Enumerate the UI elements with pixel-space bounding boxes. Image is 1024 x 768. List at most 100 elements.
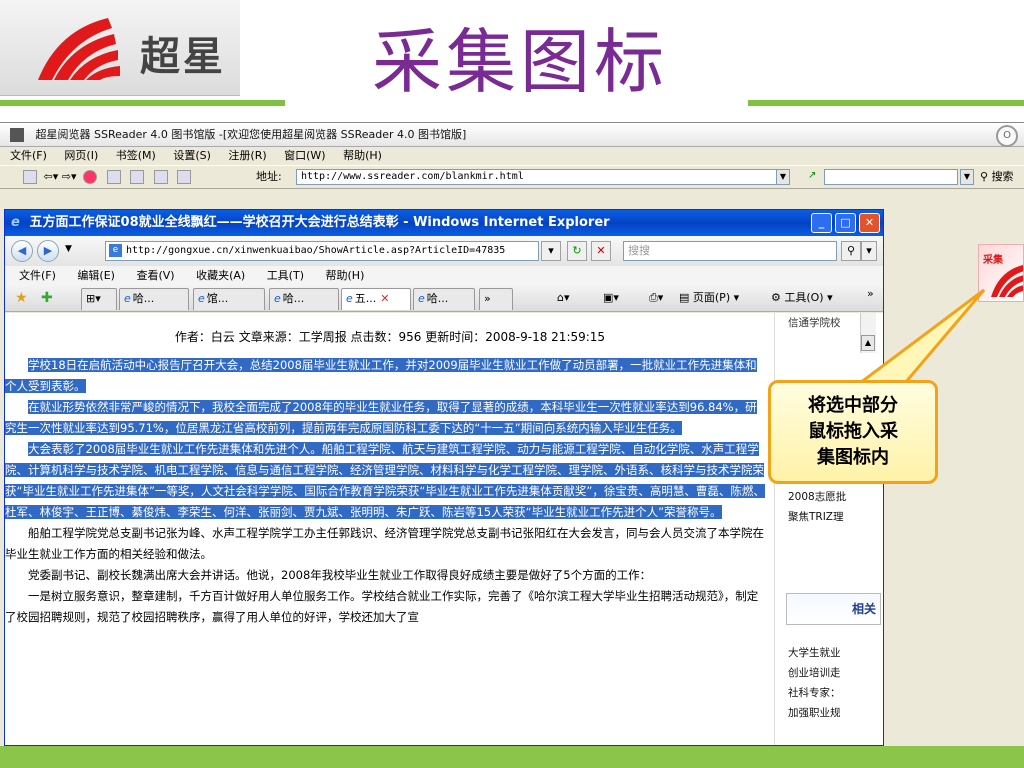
address-input[interactable]: http://www.ssreader.com/blankmir.html — [296, 169, 790, 185]
ssreader-search-input[interactable] — [824, 169, 958, 185]
chaoxing-mini-logo-icon — [991, 265, 1023, 297]
scroll-up-icon[interactable]: ▲ — [861, 335, 875, 351]
related-link[interactable]: 创业培训走 — [788, 663, 841, 683]
callout-line: 将选中部分 — [808, 395, 898, 416]
tab-close-icon[interactable]: ✕ — [380, 292, 389, 305]
tab-3[interactable]: e 哈... — [269, 288, 339, 310]
back-icon[interactable]: ⇦▾ — [44, 170, 59, 183]
ssreader-search-button[interactable]: ⚲ 搜索 — [980, 166, 1014, 188]
address-dropdown-icon[interactable]: ▼ — [776, 169, 790, 185]
search-label: 搜索 — [991, 170, 1014, 183]
ie-window: e 五方面工作保证08就业全线飘红——学校召开大会进行总结表彰 - Window… — [4, 209, 884, 746]
chaoxing-logo: 超星 — [0, 0, 240, 96]
sidebar-top-link[interactable]: 信通学院校 — [788, 313, 841, 333]
slide: 超星 采集图标 超星阅览器 SSReader 4.0 图书馆版 -[欢迎您使用超… — [0, 0, 1024, 768]
page-menu-button[interactable]: ▤ 页面(P) ▾ — [679, 290, 739, 306]
ie-tab-icon: e — [124, 292, 131, 305]
menu-window[interactable]: 窗口(W) — [284, 149, 325, 162]
article-paragraph-selected[interactable]: 学校18日在启航活动中心报告厅召开大会，总结2008届毕业生就业工作，并对200… — [5, 355, 765, 397]
ssreader-titlebar: 超星阅览器 SSReader 4.0 图书馆版 -[欢迎您使用超星阅览器 SSR… — [0, 123, 1024, 147]
quick-tabs-button[interactable]: ⊞▾ — [81, 288, 117, 310]
instruction-callout: 将选中部分 鼠标拖入采 集图标内 — [768, 380, 938, 484]
callout-line: 集图标内 — [817, 447, 889, 468]
menu-help[interactable]: 帮助(H) — [343, 149, 382, 162]
sidebar-link[interactable]: 2008志愿批 — [788, 487, 846, 507]
page-menu-label: 页面(P) — [692, 291, 731, 304]
close-button[interactable]: ✕ — [859, 213, 880, 233]
minimize-button[interactable]: _ — [811, 213, 832, 233]
sidebar: 信通学院校 特别关注： 2008志愿批 聚焦TRIZ理 相关 大学生就业 创业培… — [778, 313, 883, 745]
edit-icon[interactable] — [177, 170, 191, 184]
ie-navbar: ◀ ▶ ▼ e http://gongxue.cn/xinwenkuaibao/… — [5, 236, 883, 266]
menu-file[interactable]: 文件(F) — [10, 149, 47, 162]
ie-menu-view[interactable]: 查看(V) — [136, 269, 174, 282]
address-label: 地址: — [256, 170, 282, 183]
article-meta: 作者：白云 文章来源：工学周报 点击数：956 更新时间：2008-9-18 2… — [174, 330, 606, 344]
article-paragraph-selected[interactable]: 大会表彰了2008届毕业生就业工作先进集体和先进个人。船舶工程学院、航天与建筑工… — [5, 439, 765, 523]
ie-menu-help[interactable]: 帮助(H) — [326, 269, 365, 282]
article: 作者：白云 文章来源：工学周报 点击数：956 更新时间：2008-9-18 2… — [5, 313, 775, 745]
add-favorites-icon[interactable]: ✚ — [41, 290, 53, 306]
ie-menu-tools[interactable]: 工具(T) — [267, 269, 304, 282]
related-link[interactable]: 大学生就业 — [788, 643, 841, 663]
tab-1[interactable]: e 哈... — [119, 288, 189, 310]
collect-icon[interactable]: 采集 — [978, 244, 1024, 302]
print-icon[interactable]: ⎙▾ — [649, 290, 663, 306]
refresh-icon[interactable]: ↻ — [567, 241, 587, 261]
ie-search-input[interactable]: 搜搜 — [623, 241, 837, 261]
tab-overflow-button[interactable]: » — [479, 288, 513, 310]
forward-icon[interactable]: ⇨▾ — [62, 170, 77, 183]
ie-menu-favorites[interactable]: 收藏夹(A) — [196, 269, 245, 282]
ie-titlebar: e 五方面工作保证08就业全线飘红——学校召开大会进行总结表彰 - Window… — [5, 210, 883, 236]
ie-menu-file[interactable]: 文件(F) — [19, 269, 56, 282]
tab-label: 馆... — [206, 292, 229, 305]
maximize-button[interactable]: □ — [835, 213, 856, 233]
menu-register[interactable]: 注册(R) — [228, 149, 266, 162]
ie-content-area: 作者：白云 文章来源：工学周报 点击数：956 更新时间：2008-9-18 2… — [5, 313, 883, 745]
search-options-icon[interactable]: ▾ — [861, 241, 877, 261]
article-body: 学校18日在启航活动中心报告厅召开大会，总结2008届毕业生就业工作，并对200… — [5, 355, 765, 628]
chaoxing-logo-mark-icon — [38, 18, 120, 80]
feeds-icon[interactable]: ▣▾ — [603, 290, 619, 306]
print-icon[interactable] — [153, 170, 168, 184]
search-icon[interactable]: ⚲ — [841, 241, 861, 261]
home-icon[interactable]: ⌂▾ — [557, 290, 570, 306]
related-header: 相关 — [786, 593, 881, 625]
stop-icon[interactable] — [83, 170, 97, 184]
command-overflow-button[interactable]: » — [867, 286, 874, 302]
go-icon[interactable]: ↗ — [808, 169, 822, 185]
tools-menu-label: 工具(O) — [784, 291, 824, 304]
ie-tab-icon: e — [274, 292, 281, 305]
article-paragraph: 船舶工程学院党总支副书记张为峰、水声工程学院学工办主任郭践识、经济管理学院党总支… — [5, 526, 764, 561]
tab-2[interactable]: e 馆... — [193, 288, 265, 310]
article-paragraph-selected[interactable]: 在就业形势依然非常严峻的情况下，我校全面完成了2008年的毕业生就业任务，取得了… — [5, 397, 765, 439]
refresh-icon[interactable] — [106, 170, 121, 184]
ie-tab-icon: e — [418, 292, 425, 305]
back-icon[interactable]: ◀ — [11, 240, 33, 262]
ssreader-title: 超星阅览器 SSReader 4.0 图书馆版 -[欢迎您使用超星阅览器 SSR… — [35, 128, 467, 141]
history-dropdown-icon[interactable]: ▼ — [65, 244, 72, 254]
menu-settings[interactable]: 设置(S) — [173, 149, 211, 162]
title-rule-right — [748, 100, 1024, 106]
search-dropdown-icon[interactable]: ▼ — [960, 169, 974, 185]
related-link[interactable]: 社科专家： — [788, 683, 841, 703]
menu-bookmark[interactable]: 书签(M) — [116, 149, 156, 162]
sidebar-link[interactable]: 聚焦TRIZ理 — [788, 507, 846, 527]
tab-5[interactable]: e 哈... — [413, 288, 475, 310]
ie-address-input[interactable]: e http://gongxue.cn/xinwenkuaibao/ShowAr… — [105, 241, 539, 261]
collect-tool-icon[interactable] — [130, 170, 144, 184]
menu-webpage[interactable]: 网页(I) — [64, 149, 98, 162]
forward-icon[interactable]: ▶ — [37, 240, 59, 262]
selected-text: 学校18日在启航活动中心报告厅召开大会，总结2008届毕业生就业工作，并对200… — [5, 358, 757, 393]
window-control-button[interactable]: O — [996, 125, 1018, 147]
related-link[interactable]: 加强职业规 — [788, 703, 841, 723]
ie-menu-edit[interactable]: 编辑(E) — [77, 269, 115, 282]
tab-label: 哈... — [426, 292, 449, 305]
favorites-star-icon[interactable]: ★ — [15, 290, 28, 306]
address-dropdown-icon[interactable]: ▾ — [541, 241, 561, 261]
article-paragraph: 一是树立服务意识，整章建制，千方百计做好用人单位服务工作。学校结合就业工作实际，… — [5, 589, 759, 624]
home-icon[interactable] — [23, 170, 37, 184]
tools-menu-button[interactable]: ⚙ 工具(O) ▾ — [771, 290, 833, 306]
tab-4-active[interactable]: e 五... ✕ — [341, 288, 411, 310]
stop-icon[interactable]: ✕ — [591, 241, 611, 261]
